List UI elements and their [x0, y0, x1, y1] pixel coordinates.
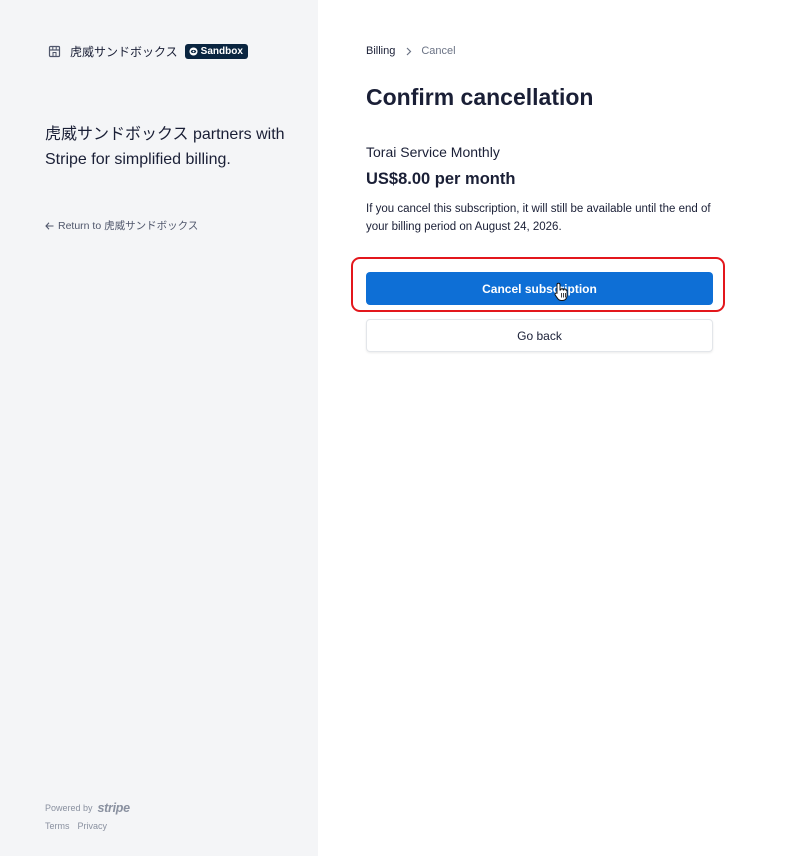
- sandbox-badge-label: Sandbox: [200, 46, 243, 57]
- sidebar: 虎威サンドボックス Sandbox 虎威サンドボックス partners wit…: [0, 0, 318, 856]
- cancel-subscription-button[interactable]: Cancel subscription: [366, 272, 713, 305]
- brand: 虎威サンドボックス Sandbox: [47, 43, 248, 60]
- breadcrumb: Billing Cancel: [366, 45, 456, 57]
- privacy-link[interactable]: Privacy: [78, 821, 108, 831]
- return-link[interactable]: Return to 虎威サンドボックス: [45, 218, 198, 233]
- plan-name: Torai Service Monthly: [366, 144, 500, 160]
- powered-by-label: Powered by: [45, 803, 93, 813]
- breadcrumb-cancel: Cancel: [421, 45, 456, 57]
- arrow-left-icon: [45, 221, 54, 230]
- footer-links: Terms Privacy: [45, 821, 115, 831]
- tagline: 虎威サンドボックス partners with Stripe for simpl…: [45, 126, 285, 168]
- breadcrumb-billing[interactable]: Billing: [366, 45, 395, 57]
- return-link-label: Return to 虎威サンドボックス: [58, 220, 199, 232]
- sandbox-badge: Sandbox: [184, 44, 248, 59]
- stripe-logo[interactable]: stripe: [98, 801, 131, 815]
- cancellation-notice: If you cancel this subscription, it will…: [366, 203, 711, 233]
- terms-link[interactable]: Terms: [45, 821, 70, 831]
- plan-price: US$8.00 per month: [366, 170, 516, 188]
- eye-icon: [189, 47, 198, 56]
- page-title: Confirm cancellation: [366, 84, 594, 110]
- powered-by: Powered by stripe: [45, 801, 130, 815]
- main-panel: Billing Cancel Confirm cancellation Tora…: [318, 0, 797, 856]
- chevron-right-icon: [406, 47, 412, 56]
- brand-name: 虎威サンドボックス: [70, 45, 178, 59]
- go-back-button[interactable]: Go back: [366, 319, 713, 352]
- store-icon: [47, 45, 61, 59]
